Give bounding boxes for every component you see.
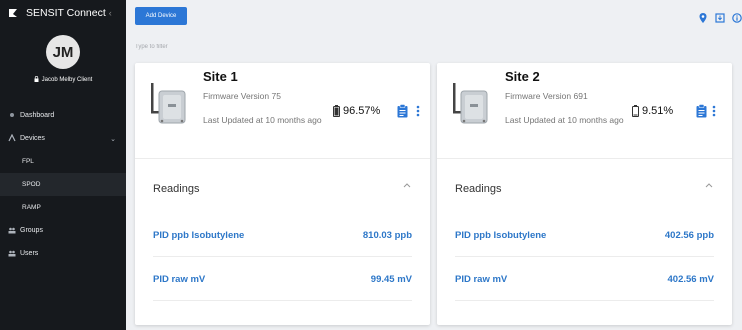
readings-header[interactable]: Readings bbox=[153, 183, 199, 195]
export-icon[interactable] bbox=[715, 13, 725, 23]
sidebar-header: SENSIT Connect ‹ bbox=[0, 0, 126, 26]
reading-name: PID raw mV bbox=[455, 273, 508, 285]
info-icon[interactable] bbox=[732, 13, 742, 23]
reading-row[interactable]: PID raw mV 402.56 mV bbox=[455, 259, 714, 299]
dashboard-icon bbox=[8, 111, 16, 119]
sensit-logo-icon bbox=[8, 8, 18, 18]
reading-name: PID ppb Isobutylene bbox=[153, 229, 245, 241]
avatar[interactable]: JM bbox=[46, 35, 80, 69]
divider bbox=[455, 256, 714, 257]
divider bbox=[153, 300, 412, 301]
reading-value: 99.45 mV bbox=[370, 273, 412, 285]
sidebar-item-groups[interactable]: Groups bbox=[0, 219, 126, 242]
reading-value: 810.03 ppb bbox=[362, 229, 412, 241]
battery-percent: 96.57% bbox=[343, 105, 381, 117]
more-vert-icon[interactable] bbox=[712, 105, 716, 117]
firmware-version: Firmware Version 75 bbox=[203, 91, 281, 101]
reading-row[interactable]: PID ppb Isobutylene 810.03 ppb bbox=[153, 215, 412, 255]
device-card: Site 1 Firmware Version 75 Last Updated … bbox=[135, 63, 430, 325]
battery-icon bbox=[333, 105, 340, 117]
sidebar-subitem-fpl[interactable]: FPL bbox=[0, 150, 126, 173]
filter-input[interactable] bbox=[135, 40, 435, 54]
main-content: Add Device Site 1 Firmware Version 75 La… bbox=[126, 0, 742, 330]
sidebar-subitem-spod[interactable]: SPOD bbox=[0, 173, 126, 196]
sidebar: SENSIT Connect ‹ JM Jacob Melby Client D… bbox=[0, 0, 126, 330]
lock-icon bbox=[34, 76, 39, 84]
groups-icon bbox=[8, 226, 16, 234]
location-pin-icon[interactable] bbox=[698, 13, 708, 23]
firmware-version: Firmware Version 691 bbox=[505, 91, 588, 101]
divider bbox=[135, 158, 430, 159]
divider bbox=[153, 256, 412, 257]
divider bbox=[437, 158, 732, 159]
reading-row[interactable]: PID raw mV 99.45 mV bbox=[153, 259, 412, 299]
devices-icon bbox=[8, 134, 16, 142]
sensor-device-image bbox=[450, 77, 492, 127]
battery-status: 96.57% bbox=[333, 105, 380, 117]
sidebar-item-devices[interactable]: Devices ⌄ bbox=[0, 127, 126, 150]
sensor-device-image bbox=[148, 77, 190, 127]
sidebar-subitem-ramp[interactable]: RAMP bbox=[0, 196, 126, 219]
reading-name: PID raw mV bbox=[153, 273, 206, 285]
app-title: SENSIT Connect bbox=[26, 7, 106, 19]
sidebar-item-label: Groups bbox=[20, 227, 43, 234]
battery-percent: 9.51% bbox=[642, 105, 674, 117]
readings-header[interactable]: Readings bbox=[455, 183, 501, 195]
device-card: Site 2 Firmware Version 691 Last Updated… bbox=[437, 63, 732, 325]
battery-status: 9.51% bbox=[632, 105, 673, 117]
site-title: Site 1 bbox=[203, 69, 238, 84]
sidebar-item-label: Devices bbox=[20, 135, 45, 142]
sidebar-item-label: Dashboard bbox=[20, 112, 55, 119]
reading-value: 402.56 ppb bbox=[664, 229, 714, 241]
chevron-up-icon[interactable] bbox=[704, 181, 714, 189]
add-device-button[interactable]: Add Device bbox=[135, 7, 187, 25]
divider bbox=[455, 300, 714, 301]
last-updated: Last Updated at 10 months ago bbox=[505, 115, 624, 125]
sidebar-nav: Dashboard Devices ⌄ FPL SPOD RAMP Groups… bbox=[0, 104, 126, 265]
reading-name: PID ppb Isobutylene bbox=[455, 229, 547, 241]
clipboard-icon[interactable] bbox=[696, 104, 707, 118]
reading-value: 402.56 mV bbox=[667, 273, 714, 285]
user-name-line[interactable]: Jacob Melby Client bbox=[0, 76, 126, 84]
collapse-icon[interactable]: ‹ bbox=[109, 8, 112, 18]
last-updated: Last Updated at 10 months ago bbox=[203, 115, 322, 125]
reading-row[interactable]: PID ppb Isobutylene 402.56 ppb bbox=[455, 215, 714, 255]
sidebar-item-label: Users bbox=[20, 250, 39, 257]
user-name: Jacob Melby Client bbox=[41, 77, 93, 83]
battery-icon bbox=[632, 105, 639, 117]
sidebar-item-dashboard[interactable]: Dashboard bbox=[0, 104, 126, 127]
more-vert-icon[interactable] bbox=[416, 105, 420, 117]
top-icons bbox=[698, 13, 742, 23]
sidebar-item-users[interactable]: Users bbox=[0, 242, 126, 265]
chevron-up-icon[interactable] bbox=[402, 181, 412, 189]
clipboard-icon[interactable] bbox=[397, 104, 408, 118]
site-title: Site 2 bbox=[505, 69, 540, 84]
chevron-down-icon[interactable]: ⌄ bbox=[110, 135, 116, 143]
users-icon bbox=[8, 249, 16, 257]
